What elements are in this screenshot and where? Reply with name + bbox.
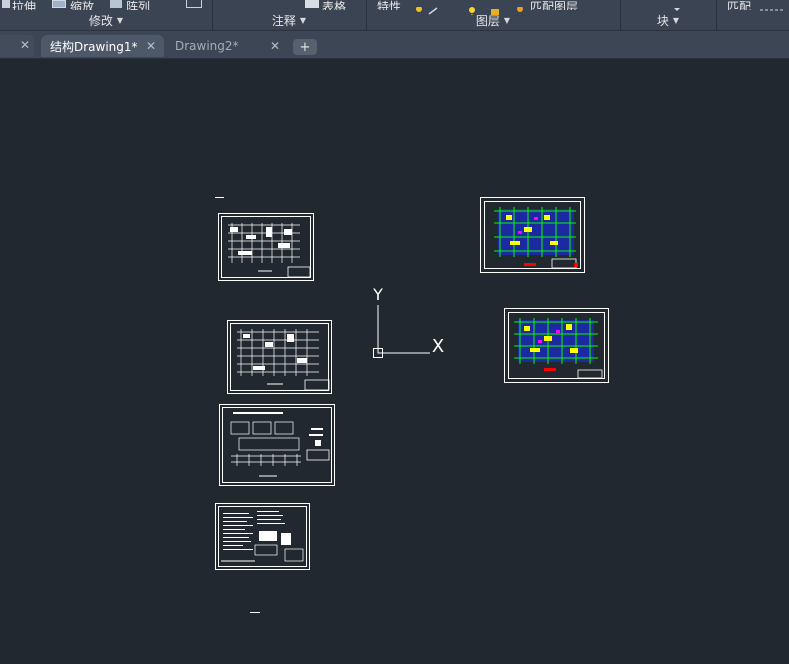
match-layer-icon[interactable] (514, 0, 526, 12)
scale-icon[interactable] (52, 0, 66, 8)
drawing-sheet-2[interactable] (227, 320, 332, 394)
panel-layers-label: 图层 (475, 14, 500, 28)
tab-drawing2[interactable]: Drawing2* ✕ (166, 35, 288, 57)
drawing-sheet-4[interactable] (215, 503, 310, 570)
scale-command[interactable]: 缩放 (70, 0, 94, 10)
array-command[interactable]: 阵列 (126, 0, 150, 10)
ucs-x-label: X (432, 336, 444, 357)
tab-structure-drawing1[interactable]: 结构Drawing1* ✕ (41, 35, 164, 57)
ucs-y-label: Y (372, 285, 383, 304)
close-icon[interactable]: ✕ (146, 39, 156, 53)
ribbon: 拉伸 缩放 阵列 表格 特性 匹配图层 匹配 修改 ▼ 注释 ▼ 图层 ▼ 块 ▼ (0, 0, 789, 31)
array-icon[interactable] (110, 0, 122, 8)
stretch-icon[interactable] (2, 0, 10, 8)
layer-walk-icon[interactable] (428, 0, 438, 15)
match-command[interactable]: 匹配 (727, 0, 751, 10)
caret-down-icon: ▼ (672, 16, 680, 25)
block-dropdown-icon[interactable] (672, 0, 682, 11)
match-dashes-icon (760, 0, 784, 11)
panel-modify[interactable]: 修改 ▼ (0, 11, 212, 30)
panel-layers[interactable]: 图层 ▼ (366, 11, 620, 30)
panel-modify-label: 修改 (88, 14, 113, 28)
drawing-sheet-3[interactable] (219, 404, 335, 486)
tab-partial-previous[interactable]: ✕ (0, 35, 34, 57)
drawing-canvas[interactable]: Y X (0, 59, 789, 664)
plus-icon: + (299, 39, 311, 55)
panel-block-label: 块 (656, 14, 669, 28)
match-layer-command[interactable]: 匹配图层 (530, 0, 578, 10)
sun-icon[interactable] (466, 0, 478, 15)
copy-clip-icon[interactable] (186, 0, 202, 8)
new-tab-button[interactable]: + (293, 39, 317, 55)
caret-down-icon: ▼ (503, 16, 511, 25)
tab-label: 结构Drawing1* (50, 39, 138, 54)
panel-annotation[interactable]: 注释 ▼ (212, 11, 366, 30)
panel-annotation-label: 注释 (271, 14, 296, 28)
lock-icon[interactable] (490, 0, 500, 15)
properties-command[interactable]: 特性 (377, 0, 401, 10)
stray-line (250, 612, 260, 613)
close-icon[interactable]: ✕ (20, 38, 30, 52)
file-tab-bar: ✕ 结构Drawing1* ✕ Drawing2* ✕ + (0, 31, 789, 59)
drawing-sheet-5-colored[interactable] (480, 197, 585, 273)
layer-state-icon[interactable] (412, 0, 426, 12)
drawing-sheet-1[interactable] (218, 213, 314, 281)
ribbon-separator (716, 0, 717, 31)
table-command[interactable]: 表格 (322, 0, 346, 10)
drawing-sheet-6-colored[interactable] (504, 308, 609, 383)
stretch-command[interactable]: 拉伸 (12, 0, 36, 10)
caret-down-icon: ▼ (116, 16, 124, 25)
close-icon[interactable]: ✕ (270, 39, 280, 53)
ucs-icon: Y X (372, 285, 444, 358)
panel-block[interactable]: 块 ▼ (620, 11, 716, 30)
caret-down-icon: ▼ (299, 16, 307, 25)
stray-line (215, 197, 224, 198)
table-icon[interactable] (305, 0, 319, 8)
tab-label: Drawing2* (175, 39, 239, 53)
